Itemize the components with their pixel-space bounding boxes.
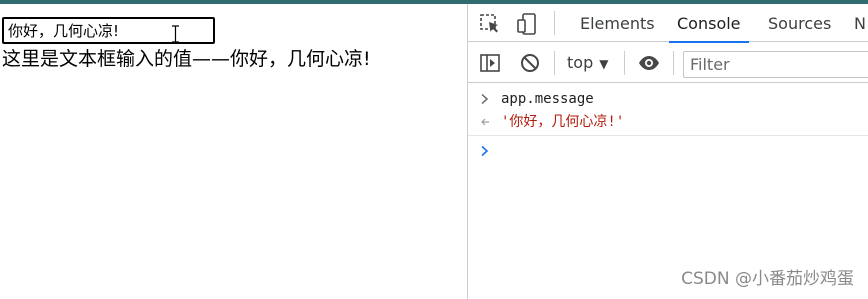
clear-console-icon[interactable]	[518, 51, 542, 75]
eye-icon[interactable]	[637, 51, 661, 75]
inspect-element-icon[interactable]	[478, 12, 502, 36]
console-toolbar: top ▼	[468, 43, 868, 83]
sidebar-toggle-icon[interactable]	[478, 51, 502, 75]
console-result-text: '你好，几何心凉!'	[501, 114, 625, 130]
toolbar-divider	[554, 51, 555, 75]
tab-network[interactable]: N	[854, 4, 866, 42]
console-prompt[interactable]	[468, 135, 868, 165]
context-label: top	[567, 53, 594, 72]
dropdown-arrow-icon: ▼	[599, 57, 609, 71]
console-result-line: '你好，几何心凉!'	[468, 110, 868, 134]
message-input[interactable]: 你好，几何心凉!	[2, 17, 215, 44]
prompt-chevron-icon	[481, 145, 489, 157]
context-selector[interactable]: top ▼	[567, 50, 608, 76]
page-viewport: 你好，几何心凉! 这里是文本框输入的值——你好，几何心凉!	[0, 4, 467, 299]
watermark-text: CSDN @小番茄炒鸡蛋	[681, 269, 854, 289]
devtools-tabbar: Elements Console Sources N	[468, 4, 868, 43]
console-command-line: app.message	[468, 87, 868, 111]
bound-output-text: 这里是文本框输入的值——你好，几何心凉!	[2, 48, 371, 70]
device-toggle-icon[interactable]	[515, 12, 539, 36]
toolbar-divider	[554, 11, 555, 35]
tab-sources[interactable]: Sources	[768, 4, 831, 42]
tab-elements[interactable]: Elements	[580, 4, 655, 42]
return-arrow-icon	[481, 118, 489, 126]
devtools-panel: Elements Console Sources N top ▼ Filter …	[467, 4, 868, 299]
toolbar-divider	[624, 51, 625, 75]
chevron-right-icon	[481, 93, 489, 105]
console-filter-input[interactable]	[683, 51, 868, 78]
console-command-text: app.message	[501, 91, 594, 107]
text-cursor-icon	[172, 25, 179, 43]
tab-console[interactable]: Console	[669, 4, 748, 43]
toolbar-divider	[673, 51, 674, 75]
